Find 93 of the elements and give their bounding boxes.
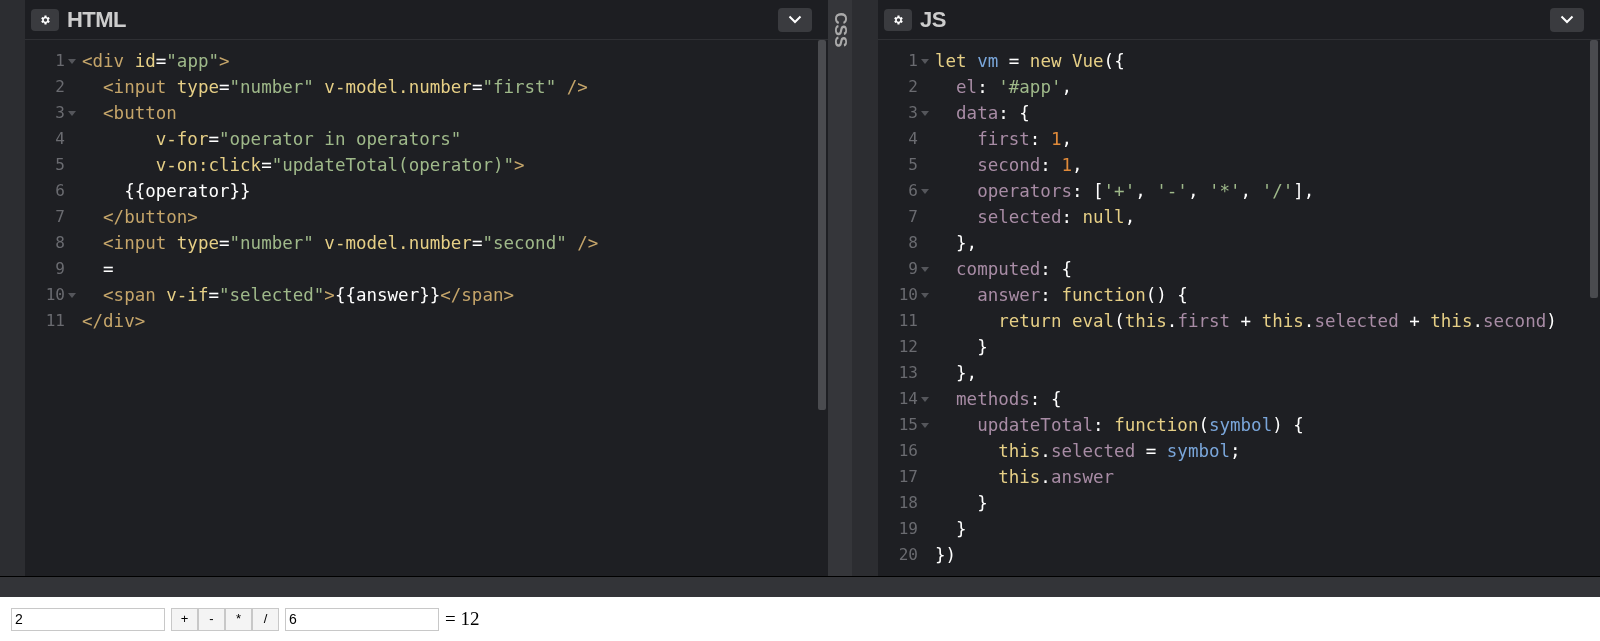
panel-menu-button[interactable] — [778, 7, 812, 32]
code-line: } — [976, 492, 988, 515]
fold-arrow-icon[interactable] — [921, 110, 929, 116]
line-number: 6 — [55, 180, 65, 202]
code-line: return eval(this.first + this.selected + this.second) — [997, 310, 1557, 333]
line-number: 11 — [45, 310, 65, 332]
line-number: 20 — [898, 544, 918, 566]
line-number: 2 — [908, 76, 918, 98]
code-line: first: 1, — [976, 128, 1072, 151]
settings-button[interactable] — [884, 8, 912, 31]
code-line: this.answer — [997, 466, 1115, 489]
line-number: 10 — [898, 284, 918, 306]
code-line: methods: { — [955, 388, 1062, 411]
line-number: 4 — [908, 128, 918, 150]
line-number: 19 — [898, 518, 918, 540]
code-line: selected: null, — [976, 206, 1136, 229]
code-line: = — [102, 258, 114, 281]
code-line: <span v-if="selected">{{answer}}</span> — [102, 284, 515, 307]
result-text: = 12 — [445, 606, 480, 631]
scrollbar[interactable] — [818, 40, 826, 410]
code-line: <button — [102, 102, 177, 125]
operator-button[interactable]: + — [171, 607, 198, 631]
fold-arrow-icon[interactable] — [921, 396, 929, 402]
fold-arrow-icon[interactable] — [921, 266, 929, 272]
number-input[interactable]: 6 — [285, 607, 439, 631]
line-number: 7 — [908, 206, 918, 228]
code-line: }, — [955, 362, 978, 385]
operator-button[interactable]: - — [198, 607, 225, 631]
fold-arrow-icon[interactable] — [921, 188, 929, 194]
fold-arrow-icon[interactable] — [68, 58, 76, 64]
line-number: 7 — [55, 206, 65, 228]
settings-button[interactable] — [31, 8, 59, 31]
line-number: 1 — [908, 50, 918, 72]
line-number: 8 — [55, 232, 65, 254]
code-line: </button> — [102, 206, 198, 229]
code-line: el: '#app', — [955, 76, 1072, 99]
settings-icon — [39, 13, 51, 26]
line-number: 15 — [898, 414, 918, 436]
line-number: 1 — [55, 50, 65, 72]
code-line: data: { — [955, 102, 1030, 125]
panel-menu-button[interactable] — [1550, 7, 1584, 32]
line-number: 12 — [898, 336, 918, 358]
code-line: </div> — [81, 310, 146, 333]
operator-button[interactable]: * — [225, 607, 252, 631]
line-number: 16 — [898, 440, 918, 462]
code-line: answer: function() { — [976, 284, 1188, 307]
line-number: 8 — [908, 232, 918, 254]
code-line: computed: { — [955, 258, 1072, 281]
panel-title: JS — [920, 6, 947, 34]
line-number: 3 — [55, 102, 65, 124]
code-line: operators: ['+', '-', '*', '/'], — [976, 180, 1315, 203]
line-number: 17 — [898, 466, 918, 488]
line-number: 18 — [898, 492, 918, 514]
code-line: second: 1, — [976, 154, 1083, 177]
code-line: }) — [934, 544, 957, 567]
line-number: 9 — [55, 258, 65, 280]
number-input[interactable]: 2 — [11, 607, 165, 631]
fold-arrow-icon[interactable] — [921, 58, 929, 64]
panel-tab[interactable]: CSS — [827, 12, 853, 48]
panel-title: HTML — [67, 6, 127, 34]
line-number: 6 — [908, 180, 918, 202]
line-number: 9 — [908, 258, 918, 280]
code-line: this.selected = symbol; — [997, 440, 1241, 463]
line-number: 2 — [55, 76, 65, 98]
line-number: 4 — [55, 128, 65, 150]
line-number: 14 — [898, 388, 918, 410]
line-number: 5 — [55, 154, 65, 176]
code-line: updateTotal: function(symbol) { — [976, 414, 1304, 437]
chevron-down-icon — [1560, 15, 1574, 24]
resize-bar[interactable] — [0, 576, 1600, 597]
code-line: <div id="app"> — [81, 50, 230, 73]
operator-button[interactable]: / — [252, 607, 279, 631]
fold-arrow-icon[interactable] — [68, 110, 76, 116]
code-line: <input type="number" v-model.number="first" /> — [102, 76, 588, 99]
code-line: <input type="number" v-model.number="second" /> — [102, 232, 599, 255]
fold-arrow-icon[interactable] — [921, 422, 929, 428]
code-line: } — [976, 336, 988, 359]
chevron-down-icon — [788, 15, 802, 24]
code-line: } — [955, 518, 967, 541]
code-line: v-on:click="updateTotal(operator)"> — [154, 154, 525, 177]
code-line: v-for="operator in operators" — [154, 128, 462, 151]
line-number: 5 — [908, 154, 918, 176]
settings-icon — [892, 13, 904, 26]
line-number: 13 — [898, 362, 918, 384]
code-line: }, — [955, 232, 978, 255]
scrollbar[interactable] — [1590, 40, 1598, 298]
line-number: 11 — [898, 310, 918, 332]
code-line: {{operator}} — [123, 180, 251, 203]
line-number: 3 — [908, 102, 918, 124]
line-number: 10 — [45, 284, 65, 306]
code-line: let vm = new Vue({ — [934, 50, 1125, 73]
fold-arrow-icon[interactable] — [921, 292, 929, 298]
fold-arrow-icon[interactable] — [68, 292, 76, 298]
